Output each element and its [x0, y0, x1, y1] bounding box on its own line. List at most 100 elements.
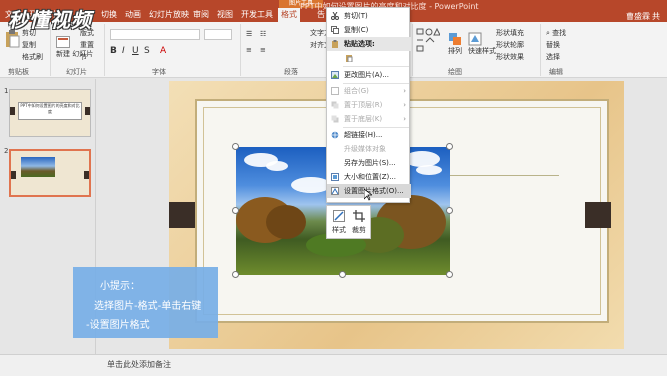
slide-thumbnail-2[interactable]: [9, 149, 91, 197]
resize-handle[interactable]: [446, 207, 453, 214]
reset-label: 重置: [80, 41, 94, 49]
menu-item-label: 置于底层(K): [344, 115, 383, 123]
notes-pane[interactable]: 单击此处添加备注: [0, 354, 667, 376]
group-font-label: 字体: [152, 68, 166, 76]
arrange-button[interactable]: 排列: [448, 32, 462, 56]
tab-transitions[interactable]: 切换: [98, 8, 120, 22]
format-painter-button[interactable]: 格式刷: [22, 52, 43, 62]
crop-icon: [353, 210, 365, 222]
thumbnail-tab: [84, 171, 89, 179]
notes-placeholder: 单击此处添加备注: [107, 360, 171, 369]
replace-label: 替换: [546, 41, 560, 49]
crop-label: 裁剪: [352, 226, 366, 234]
font-size-box[interactable]: [204, 29, 232, 40]
new-slide-icon: [56, 36, 70, 48]
tip-line-2: -设置图片格式: [86, 320, 150, 331]
resize-handle[interactable]: [232, 143, 239, 150]
font-color-button[interactable]: A: [160, 46, 166, 56]
shape-fill-button[interactable]: 形状填充: [496, 28, 524, 38]
menu-item-send-to-back: 置于底层(K) ›: [327, 112, 411, 126]
cloud-shape: [291, 177, 331, 193]
font-name-box[interactable]: [110, 29, 200, 40]
tree-shape: [266, 205, 306, 239]
shape-effects-button[interactable]: 形状效果: [496, 52, 524, 62]
shapes-gallery-icon: [416, 27, 441, 52]
reset-button[interactable]: 重置: [80, 40, 94, 50]
menu-item-upgrade-media: 升级媒体对象: [327, 142, 411, 156]
divider: [540, 24, 541, 76]
menu-item-size-position[interactable]: 大小和位置(Z)...: [327, 170, 411, 184]
divider: [104, 24, 105, 76]
copy-button[interactable]: 复制: [22, 40, 36, 50]
replace-button[interactable]: 替换: [546, 40, 560, 50]
tab-review[interactable]: 审阅: [190, 8, 212, 22]
menu-item-copy[interactable]: 复制(C): [327, 23, 411, 37]
resize-handle[interactable]: [339, 271, 346, 278]
mouse-cursor-icon: [364, 189, 372, 201]
group-clipboard-label: 剪贴板: [8, 68, 29, 76]
cloud-shape: [266, 161, 288, 171]
resize-handle[interactable]: [232, 271, 239, 278]
menu-item-label: 更改图片(A)...: [344, 71, 389, 79]
style-button[interactable]: 样式: [329, 208, 349, 238]
thumbnail-number: 1: [4, 87, 9, 95]
find-label: 查找: [552, 29, 567, 37]
menu-item-paste-option[interactable]: [327, 51, 411, 65]
change-picture-icon: [331, 71, 339, 79]
mini-toolbar: 样式 裁剪: [326, 205, 371, 239]
tip-box: 小提示： 选择图片-格式-单击右键 -设置图片格式: [73, 267, 218, 338]
bold-button[interactable]: B: [110, 46, 117, 56]
menu-item-label: 组合(G): [344, 87, 369, 95]
user-name[interactable]: 曹盛霖: [626, 11, 650, 22]
group-editing-label: 编辑: [549, 68, 563, 76]
group-icon: [331, 87, 339, 95]
thumbnail-picture: [21, 157, 55, 177]
quick-styles-icon: [468, 32, 482, 46]
scissors-icon: [331, 12, 339, 20]
menu-item-save-as-picture[interactable]: 另存为图片(S)...: [327, 156, 411, 170]
shape-outline-label: 形状轮廓: [496, 41, 524, 49]
numbering-button[interactable]: ☷: [260, 30, 266, 38]
tip-title: 小提示：: [100, 281, 140, 292]
context-menu: 剪切(T) 复制(C) 粘贴选项: 更改图片(A)... 组合(G) › 置于顶…: [326, 7, 411, 203]
shapes-gallery[interactable]: [416, 27, 441, 58]
resize-handle[interactable]: [446, 271, 453, 278]
shadow-button[interactable]: S: [144, 46, 150, 56]
align-center-button[interactable]: ≡: [260, 46, 266, 54]
submenu-arrow-icon: ›: [403, 115, 406, 123]
group-paragraph-label: 段落: [284, 68, 298, 76]
italic-button[interactable]: I: [122, 46, 125, 56]
menu-item-change-picture[interactable]: 更改图片(A)...: [327, 68, 411, 82]
menu-item-hyperlink[interactable]: 超链接(H)...: [327, 128, 411, 142]
resize-handle[interactable]: [232, 207, 239, 214]
tab-animations[interactable]: 动画: [122, 8, 144, 22]
tab-format[interactable]: 格式: [278, 8, 300, 22]
resize-handle[interactable]: [446, 143, 453, 150]
menu-item-cut[interactable]: 剪切(T): [327, 9, 411, 23]
cloud-shape: [416, 165, 442, 175]
group-slides-label: 幻灯片: [66, 68, 87, 76]
watermark-logo: 秒懂视频: [8, 8, 92, 32]
shape-outline-button[interactable]: 形状轮廓: [496, 40, 524, 50]
group-drawing-label: 绘图: [448, 68, 462, 76]
find-button[interactable]: ⌕ 查找: [546, 28, 566, 38]
crop-button[interactable]: 裁剪: [349, 208, 369, 238]
divider: [412, 24, 413, 76]
slide-decoration-tab-right: [585, 202, 611, 228]
menu-item-label: 超链接(H)...: [344, 131, 383, 139]
thumbnail-title: PPT中如何设置图片的亮度和对比度: [18, 102, 82, 120]
tab-slideshow[interactable]: 幻灯片放映: [146, 8, 192, 22]
quick-styles-button[interactable]: 快速样式: [468, 32, 496, 56]
section-button[interactable]: 节: [80, 52, 87, 62]
underline-button[interactable]: U: [132, 46, 139, 56]
align-left-button[interactable]: ≡: [246, 46, 252, 54]
tab-developer[interactable]: 开发工具: [238, 8, 276, 22]
paste-option-icon: [346, 55, 353, 62]
slide-thumbnail-1[interactable]: PPT中如何设置图片的亮度和对比度: [9, 89, 91, 137]
thumbnail-tab: [10, 107, 15, 115]
tab-view[interactable]: 视图: [214, 8, 236, 22]
shape-effects-label: 形状效果: [496, 53, 524, 61]
menu-item-paste-options: 粘贴选项:: [327, 37, 411, 51]
bullets-button[interactable]: ☰: [246, 30, 252, 38]
select-button[interactable]: 选择: [546, 52, 560, 62]
